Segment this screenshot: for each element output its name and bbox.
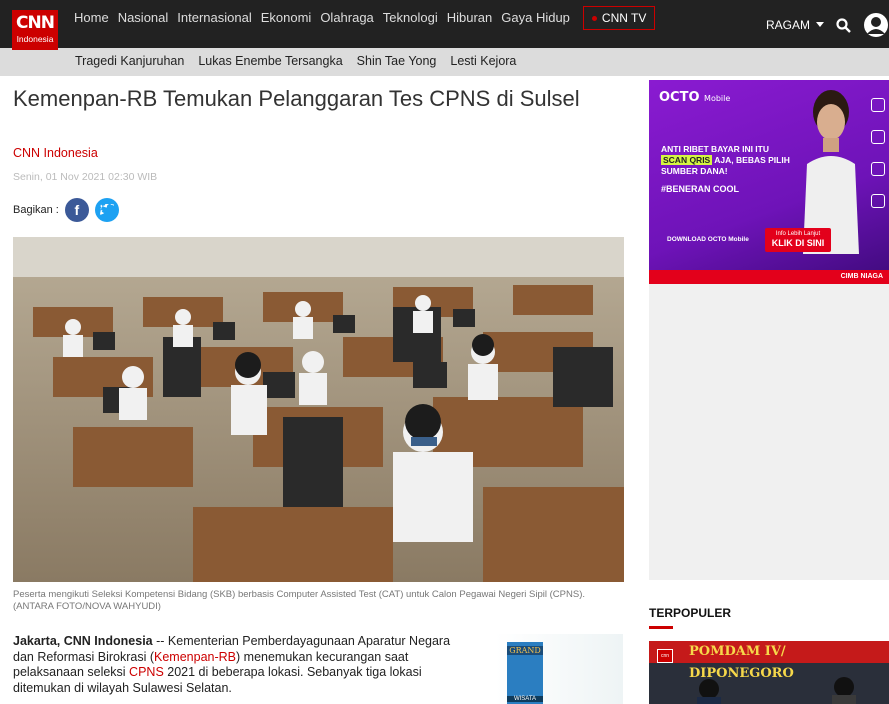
terpopuler-thumbnail[interactable]: POMDAM IV/ DIPONEGORO cnn	[649, 641, 889, 704]
ad-brand: OCTO Mobile	[659, 90, 730, 105]
ad-poster-bottom: WISATA	[507, 696, 543, 702]
ad-feature-icon	[871, 162, 885, 176]
inline-ad[interactable]: GRAND WISATA	[495, 634, 623, 704]
nav-ekonomi[interactable]: Ekonomi	[261, 9, 312, 27]
article-source[interactable]: CNN Indonesia	[13, 146, 98, 160]
nav-nasional[interactable]: Nasional	[118, 9, 169, 27]
ad-scan-highlight: SCAN QRIS	[661, 155, 713, 165]
ragam-dropdown[interactable]: RAGAM	[766, 18, 824, 32]
nav-hiburan[interactable]: Hiburan	[447, 9, 493, 27]
trending-link[interactable]: Lukas Enembe Tersangka	[198, 54, 342, 68]
cnn-indonesia-logo[interactable]: CNN Indonesia	[12, 10, 58, 50]
article-photo	[13, 237, 624, 582]
ad-brand-sub: Mobile	[704, 94, 731, 103]
nav-gaya-hidup[interactable]: Gaya Hidup	[501, 9, 570, 27]
header-tools: RAGAM	[766, 12, 889, 38]
kemenpan-rb-link[interactable]: Kemenpan-RB	[154, 650, 236, 664]
cpns-link[interactable]: CPNS	[129, 665, 164, 679]
nav-internasional[interactable]: Internasional	[177, 9, 251, 27]
ad-feature-icon	[871, 98, 885, 112]
ad-line1: ANTI RIBET BAYAR INI ITU	[661, 144, 769, 154]
main-nav: Home Nasional Internasional Ekonomi Olah…	[74, 0, 656, 48]
ad-footer: CIMB NIAGA	[649, 270, 889, 284]
ad-footer-brand: CIMB NIAGA	[840, 273, 883, 280]
logo-text: CNN	[16, 13, 55, 33]
trending-topics: Tragedi Kanjuruhan Lukas Enembe Tersangk…	[75, 54, 516, 68]
ad-feature-icon	[871, 130, 885, 144]
nav-home[interactable]: Home	[74, 9, 109, 27]
sidebar-ad-banner[interactable]: OCTO Mobile ANTI RIBET BAYAR INI ITU SCA…	[649, 80, 889, 284]
user-account-icon[interactable]	[863, 12, 889, 38]
nav-teknologi[interactable]: Teknologi	[383, 9, 438, 27]
trending-link[interactable]: Lesti Kejora	[450, 54, 516, 68]
share-label: Bagikan :	[13, 204, 59, 216]
ad-poster: GRAND WISATA	[507, 642, 543, 704]
logo-subtext: Indonesia	[16, 34, 54, 44]
photo-caption: Peserta mengikuti Seleksi Kompetensi Bid…	[13, 589, 586, 612]
dateline: Jakarta, CNN Indonesia	[13, 634, 153, 648]
ad-feature-icons	[871, 98, 885, 208]
live-dot-icon	[591, 15, 597, 21]
heading-underline	[649, 626, 673, 629]
cnn-tv-button[interactable]: CNN TV	[582, 6, 656, 30]
ad-feature-icon	[871, 194, 885, 208]
search-icon[interactable]	[836, 17, 851, 33]
ad-hashtag: #BENERAN COOL	[661, 184, 740, 194]
cnn-tv-label: CNN TV	[601, 11, 647, 25]
ad-cta-button[interactable]: Info Lebih Lanjut KLIK DI SINI	[765, 228, 831, 252]
article-title: Kemenpan-RB Temukan Pelanggaran Tes CPNS…	[13, 86, 580, 111]
article-date: Senin, 01 Nov 2021 02:30 WIB	[13, 171, 158, 183]
exam-room-photo	[13, 237, 624, 582]
terpopuler-heading: TERPOPULER	[649, 606, 732, 620]
ragam-label: RAGAM	[765, 18, 810, 32]
ad-poster-top: GRAND	[507, 646, 543, 655]
ad-cta-label: KLIK DI SINI	[771, 238, 825, 248]
twitter-share-icon[interactable]	[94, 198, 119, 222]
sidebar-ad-placeholder	[649, 284, 889, 580]
share-bar: Bagikan : f	[13, 198, 119, 222]
nav-olahraga[interactable]: Olahraga	[320, 9, 373, 27]
ad-brand-name: OCTO	[659, 90, 700, 105]
thumbnail-scene	[697, 677, 856, 704]
ad-headline: ANTI RIBET BAYAR INI ITU SCAN QRIS AJA, …	[661, 144, 801, 177]
trending-link[interactable]: Tragedi Kanjuruhan	[75, 54, 184, 68]
chevron-down-icon	[816, 22, 824, 27]
article-body-paragraph: Jakarta, CNN Indonesia -- Kementerian Pe…	[13, 634, 473, 696]
ad-cta-small: Info Lebih Lanjut	[775, 231, 821, 237]
facebook-share-icon[interactable]: f	[64, 198, 89, 222]
ad-download-text: DOWNLOAD OCTO Mobile	[667, 236, 749, 243]
trending-link[interactable]: Shin Tae Yong	[357, 54, 437, 68]
